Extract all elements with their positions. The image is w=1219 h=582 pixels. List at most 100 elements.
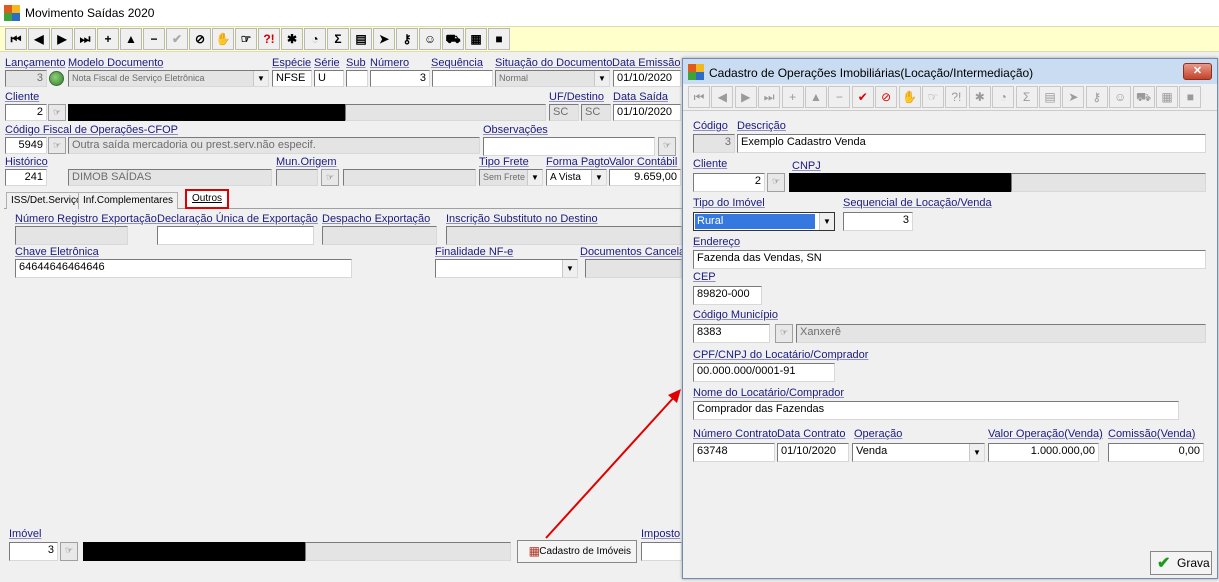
- dlg-cod-mun-label: Código Município: [693, 309, 778, 321]
- dialog-toolbar-button-11[interactable]: ?!: [945, 86, 968, 108]
- dialog-toolbar-button-1[interactable]: ◀: [711, 86, 734, 108]
- finalidade-select[interactable]: ▼: [435, 259, 578, 278]
- dialog-toolbar-button-12[interactable]: ✱: [968, 86, 991, 108]
- insert-button[interactable]: +: [97, 28, 119, 50]
- stop-button[interactable]: ■: [488, 28, 510, 50]
- cancel-button[interactable]: ⊘: [189, 28, 211, 50]
- cliente-field[interactable]: 2: [5, 104, 47, 121]
- cliente-lookup-button[interactable]: ☞: [48, 104, 66, 121]
- dialog-toolbar-button-20[interactable]: ▦: [1156, 86, 1178, 108]
- mun-origem-field[interactable]: [276, 169, 318, 186]
- dlg-comissao-field[interactable]: 0,00: [1108, 443, 1204, 462]
- historico-field[interactable]: 241: [5, 169, 47, 186]
- help-button[interactable]: ?!: [258, 28, 280, 50]
- dialog-toolbar-button-0[interactable]: ⏮: [688, 86, 710, 108]
- dialog-toolbar-button-7[interactable]: ✔: [851, 86, 874, 108]
- dlg-nome-field[interactable]: Comprador das Fazendas: [693, 401, 1179, 420]
- dialog-toolbar-button-5[interactable]: ▲: [805, 86, 827, 108]
- dialog-toolbar-button-13[interactable]: ◔: [992, 86, 1015, 108]
- chave-field[interactable]: 64644646464646: [15, 259, 352, 278]
- dlg-seq-field[interactable]: 3: [843, 212, 913, 231]
- dlg-operacao-select[interactable]: Venda ▼: [852, 443, 985, 462]
- next-record-button[interactable]: ▶: [51, 28, 73, 50]
- dlg-tipo-imovel-select[interactable]: Rural ▼: [693, 212, 835, 231]
- dlg-cliente-lookup-button[interactable]: ☞: [767, 173, 785, 192]
- last-record-button[interactable]: ⏭: [74, 28, 96, 50]
- dialog-toolbar-button-14[interactable]: Σ: [1015, 86, 1038, 108]
- especie-field[interactable]: NFSE: [272, 70, 312, 87]
- num-reg-exp-field[interactable]: [15, 226, 128, 245]
- clock-button[interactable]: ◔: [304, 28, 326, 50]
- delete-button[interactable]: −: [143, 28, 165, 50]
- cfop-field[interactable]: 5949: [5, 137, 47, 154]
- serie-label: Série: [314, 57, 340, 69]
- data-saida-field[interactable]: 01/10/2020: [613, 104, 681, 121]
- dlg-mun-lookup-button[interactable]: ☞: [775, 324, 793, 343]
- tab-inf-complementares[interactable]: Inf.Complementares: [78, 192, 179, 209]
- numero-field[interactable]: 3: [370, 70, 430, 87]
- prior-record-button[interactable]: ◀: [28, 28, 50, 50]
- people-button[interactable]: ☺: [419, 28, 441, 50]
- dialog-toolbar-button-2[interactable]: ▶: [734, 86, 757, 108]
- dlg-valor-field[interactable]: 1.000.000,00: [988, 443, 1099, 462]
- calendar-button[interactable]: ▦: [465, 28, 487, 50]
- key-button[interactable]: ⚷: [396, 28, 418, 50]
- situacao-select[interactable]: Normal ▼: [495, 70, 610, 87]
- dialog-toolbar-button-9[interactable]: ✋: [898, 86, 921, 108]
- dialog-toolbar-button-19[interactable]: ⛟: [1132, 86, 1155, 108]
- tools-button[interactable]: ✱: [281, 28, 303, 50]
- dialog-toolbar-button-3[interactable]: ⏭: [758, 86, 781, 108]
- lookup-button[interactable]: ☞: [235, 28, 257, 50]
- observacoes-field[interactable]: [483, 137, 655, 156]
- decl-unica-field[interactable]: [157, 226, 314, 245]
- grava-button[interactable]: ✔ Grava: [1150, 551, 1212, 575]
- serie-field[interactable]: U: [314, 70, 344, 87]
- dialog-toolbar-button-17[interactable]: ⚷: [1085, 86, 1108, 108]
- despacho-field[interactable]: [322, 226, 437, 245]
- edit-button[interactable]: ▲: [120, 28, 142, 50]
- truck-button[interactable]: ⛟: [442, 28, 464, 50]
- print-button[interactable]: ▤: [350, 28, 372, 50]
- imovel-field[interactable]: 3: [9, 542, 58, 561]
- cfop-lookup-button[interactable]: ☞: [48, 137, 66, 154]
- sub-field[interactable]: [346, 70, 368, 87]
- mun-origem-lookup-button[interactable]: ☞: [321, 169, 339, 186]
- data-emissao-field[interactable]: 01/10/2020: [613, 70, 681, 87]
- dialog-toolbar-button-10[interactable]: ☞: [922, 86, 944, 108]
- dialog-toolbar-button-15[interactable]: ▤: [1039, 86, 1061, 108]
- lancamento-field[interactable]: 3: [5, 70, 47, 87]
- valor-contabil-field[interactable]: 9.659,00: [609, 169, 681, 186]
- dlg-data-contrato-field[interactable]: 01/10/2020: [777, 443, 849, 462]
- first-record-button[interactable]: ⏮: [5, 28, 27, 50]
- imovel-lookup-button[interactable]: ☞: [60, 542, 78, 561]
- dialog-toolbar-icon-20: ▦: [1161, 90, 1173, 104]
- dlg-cliente-field[interactable]: 2: [693, 173, 765, 192]
- dialog-toolbar-button-4[interactable]: +: [781, 86, 804, 108]
- tipo-frete-select[interactable]: Sem Frete ▼: [479, 169, 543, 186]
- dlg-cpf-field[interactable]: 00.000.000/0001-91: [693, 363, 835, 382]
- sequencia-label: Sequência: [431, 57, 483, 69]
- sum-button[interactable]: Σ: [327, 28, 349, 50]
- docs-cancel-field[interactable]: [585, 259, 682, 278]
- post-button[interactable]: ✔: [166, 28, 188, 50]
- export-button[interactable]: ➤: [373, 28, 395, 50]
- dialog-toolbar-button-18[interactable]: ☺: [1109, 86, 1132, 108]
- insc-subst-field[interactable]: [446, 226, 682, 245]
- dlg-cep-field[interactable]: 89820-000: [693, 286, 762, 305]
- dlg-descricao-field[interactable]: Exemplo Cadastro Venda: [737, 134, 1206, 153]
- tab-outros[interactable]: Outros: [185, 189, 230, 209]
- dlg-cod-mun-field[interactable]: 8383: [693, 324, 770, 343]
- dlg-num-contrato-field[interactable]: 63748: [693, 443, 775, 462]
- hand-button[interactable]: ✋: [212, 28, 234, 50]
- observacoes-button[interactable]: ☞: [658, 137, 676, 156]
- dlg-endereco-field[interactable]: Fazenda das Vendas, SN: [693, 250, 1206, 269]
- dialog-close-button[interactable]: ✕: [1183, 63, 1212, 80]
- sequencia-field[interactable]: [432, 70, 493, 87]
- dialog-toolbar-button-6[interactable]: −: [828, 86, 851, 108]
- forma-pagto-select[interactable]: A Vista ▼: [546, 169, 607, 186]
- dialog-toolbar-button-8[interactable]: ⊘: [875, 86, 898, 108]
- modelo-select[interactable]: Nota Fiscal de Serviço Eletrônica ▼: [68, 70, 269, 87]
- dialog-toolbar-button-21[interactable]: ■: [1179, 86, 1202, 108]
- grava-label: Grava: [1177, 556, 1210, 570]
- dialog-toolbar-button-16[interactable]: ➤: [1062, 86, 1085, 108]
